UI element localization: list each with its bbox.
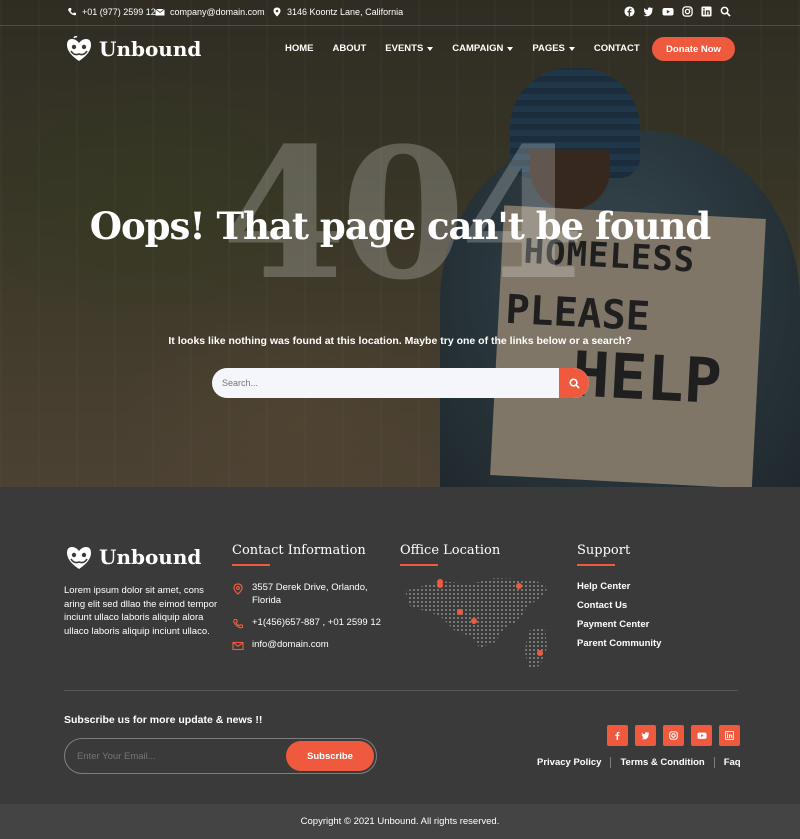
subscribe-button[interactable]: Subscribe	[286, 741, 374, 771]
location-pin-icon	[273, 7, 281, 17]
footer-social-links	[607, 725, 740, 746]
support-link-help-center[interactable]: Help Center	[577, 581, 630, 592]
search-input[interactable]	[212, 368, 559, 398]
linkedin-icon	[725, 731, 734, 740]
contact-email[interactable]: info@domain.com	[232, 638, 329, 652]
footer-logo[interactable]: Unbound	[65, 544, 201, 570]
twitter-icon[interactable]	[643, 6, 654, 17]
legal-separator	[713, 757, 715, 768]
main-menu: HOME ABOUT EVENTS CAMPAIGN PAGES CONTACT	[285, 43, 659, 54]
footer-instagram-button[interactable]	[663, 725, 684, 746]
nav-campaign[interactable]: CAMPAIGN	[452, 43, 514, 54]
nav-pages-label: PAGES	[532, 43, 565, 54]
top-bar: +01 (977) 2599 12 company@domain.com 314…	[0, 0, 800, 26]
contact-email-text: info@domain.com	[252, 639, 329, 650]
topbar-email-text: company@domain.com	[170, 7, 265, 17]
instagram-icon[interactable]	[682, 6, 693, 17]
location-pin-icon	[233, 583, 243, 595]
nav-pages[interactable]: PAGES	[532, 43, 575, 54]
nav-home-label: HOME	[285, 43, 314, 54]
page-subtitle: It looks like nothing was found at this …	[168, 335, 632, 347]
facebook-icon[interactable]	[624, 6, 635, 17]
topbar-social-links	[624, 6, 731, 17]
faq-link[interactable]: Faq	[724, 757, 741, 768]
subscribe-email-input[interactable]	[77, 739, 277, 773]
nav-home[interactable]: HOME	[285, 43, 314, 54]
footer-youtube-button[interactable]	[691, 725, 712, 746]
site-logo[interactable]: Unbound	[65, 36, 201, 62]
topbar-address-text: 3146 Koontz Lane, California	[287, 7, 404, 17]
support-link-contact-us[interactable]: Contact Us	[577, 600, 627, 611]
support-link-parent-community[interactable]: Parent Community	[577, 638, 661, 649]
facebook-icon	[615, 731, 620, 740]
topbar-email[interactable]: company@domain.com	[155, 7, 265, 17]
nav-campaign-label: CAMPAIGN	[452, 43, 504, 54]
footer: Unbound Lorem ipsum dolor sit amet, cons…	[0, 487, 800, 804]
chevron-down-icon	[568, 46, 575, 51]
search-icon[interactable]	[720, 6, 731, 17]
hero-section: HOMELESS PLEASE HELP 404 Oops! That page…	[0, 0, 800, 487]
legal-separator	[610, 757, 612, 768]
main-navbar: Unbound HOME ABOUT EVENTS CAMPAIGN PAGES…	[0, 26, 800, 72]
copyright-bar: Copyright © 2021 Unbound. All rights res…	[0, 804, 800, 839]
linkedin-icon[interactable]	[701, 6, 712, 17]
phone-icon	[68, 8, 76, 16]
legal-links: Privacy Policy Terms & Condition Faq	[537, 757, 741, 768]
brand-name: Unbound	[99, 37, 202, 61]
footer-divider	[64, 690, 738, 691]
phone-icon	[232, 618, 244, 629]
footer-twitter-button[interactable]	[635, 725, 656, 746]
support-heading: Support	[577, 543, 630, 566]
search-icon	[568, 377, 580, 389]
search-button[interactable]	[559, 368, 589, 398]
support-link-payment-center[interactable]: Payment Center	[577, 619, 649, 630]
topbar-phone-text: +01 (977) 2599 12	[82, 7, 156, 17]
heart-hands-logo-icon	[67, 36, 91, 61]
nav-about-label: ABOUT	[332, 43, 367, 54]
nav-contact-label: CONTACT	[593, 43, 640, 54]
office-heading: Office Location	[400, 543, 500, 566]
donate-button[interactable]: Donate Now	[652, 37, 735, 61]
page-title: Oops! That page can't be found	[89, 204, 712, 248]
subscribe-title: Subscribe us for more update & news !!	[64, 714, 263, 726]
topbar-phone[interactable]: +01 (977) 2599 12	[67, 7, 156, 17]
envelope-icon	[232, 641, 244, 651]
privacy-policy-link[interactable]: Privacy Policy	[537, 757, 601, 768]
terms-link[interactable]: Terms & Condition	[620, 757, 704, 768]
youtube-icon	[696, 732, 707, 739]
envelope-icon	[155, 8, 165, 16]
world-map-image	[405, 578, 548, 668]
nav-events[interactable]: EVENTS	[385, 43, 434, 54]
footer-facebook-button[interactable]	[607, 725, 628, 746]
twitter-icon	[641, 732, 650, 740]
nav-contact[interactable]: CONTACT	[594, 43, 640, 54]
chevron-down-icon	[507, 46, 514, 51]
contact-address: 3557 Derek Drive, Orlando, Florida	[232, 581, 382, 607]
chevron-down-icon	[427, 46, 434, 51]
contact-phone[interactable]: +1(456)657-887 , +01 2599 12	[232, 616, 381, 630]
copyright-text: Copyright © 2021 Unbound. All rights res…	[300, 816, 500, 827]
footer-brand-name: Unbound	[99, 545, 202, 569]
contact-address-text: 3557 Derek Drive, Orlando, Florida	[252, 582, 368, 606]
topbar-address: 3146 Koontz Lane, California	[272, 7, 403, 17]
nav-about[interactable]: ABOUT	[333, 43, 367, 54]
footer-about-text: Lorem ipsum dolor sit amet, cons aring e…	[64, 585, 218, 637]
subscribe-form: Subscribe	[64, 738, 377, 774]
search-bar	[212, 368, 589, 398]
youtube-icon[interactable]	[662, 6, 674, 17]
footer-linkedin-button[interactable]	[719, 725, 740, 746]
contact-phone-text: +1(456)657-887 , +01 2599 12	[252, 617, 381, 628]
heart-hands-logo-icon	[67, 547, 91, 569]
instagram-icon	[669, 731, 678, 740]
contact-heading: Contact Information	[232, 543, 366, 566]
nav-events-label: EVENTS	[385, 43, 424, 54]
